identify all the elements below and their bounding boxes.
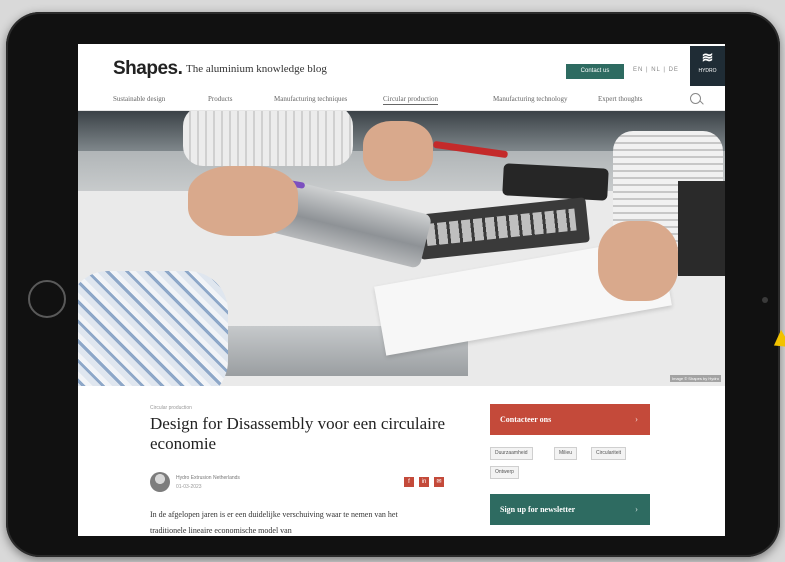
contact-us-button[interactable]: Contact us xyxy=(566,64,624,79)
nav-item-manufacturing-techniques[interactable]: Manufacturing techniques xyxy=(274,95,347,103)
contact-us-cta[interactable]: Contacteer ons › xyxy=(490,404,650,435)
camera-icon xyxy=(762,297,768,303)
hero-hand xyxy=(363,121,433,181)
chevron-right-icon: › xyxy=(635,504,638,514)
hero-laptop xyxy=(678,181,725,276)
hero-phone xyxy=(502,163,609,201)
tag-item[interactable]: Duurzaamheid xyxy=(490,447,533,460)
language-switcher[interactable]: EN | NL | DE xyxy=(633,67,679,73)
article-body: In de afgelopen jaren is er een duidelij… xyxy=(150,510,398,535)
site-header: Shapes. The aluminium knowledge blog Con… xyxy=(78,44,725,86)
home-button[interactable] xyxy=(28,280,66,318)
tag-item[interactable]: Milieu xyxy=(554,447,578,460)
site-tagline: The aluminium knowledge blog xyxy=(186,63,327,75)
article-category[interactable]: Circular production xyxy=(150,405,192,411)
nav-item-products[interactable]: Products xyxy=(208,95,233,103)
hydro-brand-label: HYDRO xyxy=(698,68,717,74)
hydro-brand-logo[interactable]: ≋ HYDRO xyxy=(690,46,725,86)
browser-screen: Shapes. The aluminium knowledge blog Con… xyxy=(78,44,725,536)
hero-sleeve xyxy=(183,111,353,166)
nav-item-expert-thoughts[interactable]: Expert thoughts xyxy=(598,95,643,103)
author-avatar xyxy=(150,472,170,492)
share-linkedin-icon[interactable]: in xyxy=(419,477,429,487)
site-logo[interactable]: Shapes. xyxy=(113,58,183,80)
hero-sleeve xyxy=(78,271,228,386)
share-email-icon[interactable]: ✉ xyxy=(434,477,444,487)
nav-item-sustainable-design[interactable]: Sustainable design xyxy=(113,95,165,103)
nav-item-manufacturing-technology[interactable]: Manufacturing technology xyxy=(493,95,567,103)
article-date: 01-03-2023 xyxy=(176,484,202,490)
main-nav: Sustainable design Products Manufacturin… xyxy=(78,88,725,111)
newsletter-cta-label: Sign up for newsletter xyxy=(500,505,576,514)
hydro-mark-icon: ≋ xyxy=(701,49,714,65)
tag-item[interactable]: Circulariteit xyxy=(591,447,627,460)
hero-image: Image © Shapes by Hydro xyxy=(78,111,725,386)
hero-hand xyxy=(598,221,678,301)
article-title: Design for Disassembly voor een circulai… xyxy=(150,414,446,453)
tag-item[interactable]: Ontwerp xyxy=(490,466,519,479)
nav-item-circular-production[interactable]: Circular production xyxy=(383,95,439,105)
share-facebook-icon[interactable]: f xyxy=(404,477,414,487)
newsletter-signup-cta[interactable]: Sign up for newsletter › xyxy=(490,494,650,525)
chevron-right-icon: › xyxy=(635,414,638,424)
hero-hand xyxy=(188,166,298,236)
search-icon[interactable] xyxy=(690,93,701,104)
author-name: Hydro Extrusion Netherlands xyxy=(176,475,240,481)
contact-cta-label: Contacteer ons xyxy=(500,415,552,424)
image-credit: Image © Shapes by Hydro xyxy=(670,375,721,382)
